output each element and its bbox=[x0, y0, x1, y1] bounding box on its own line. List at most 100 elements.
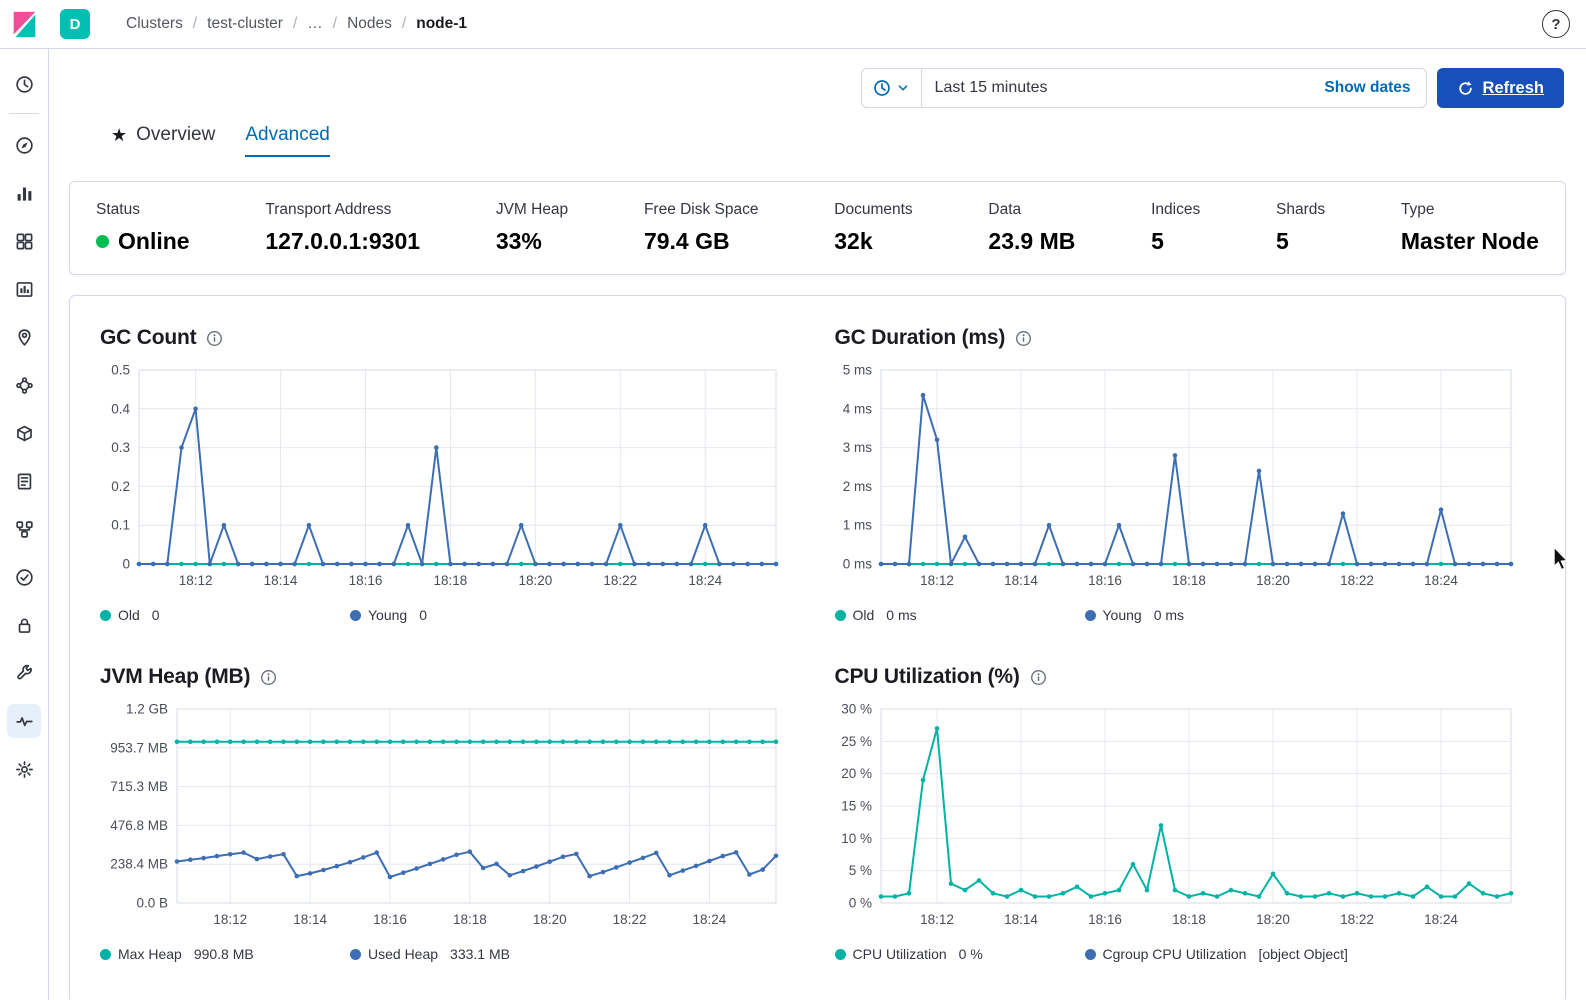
app: D Clusters/test-cluster/…/Nodes/node-1 ? bbox=[0, 0, 1586, 1000]
info-icon[interactable] bbox=[1030, 669, 1047, 686]
show-dates-button[interactable]: Show dates bbox=[1309, 79, 1425, 97]
sidebar-item-visualize[interactable] bbox=[7, 176, 41, 210]
legend-dot-icon bbox=[1085, 610, 1096, 621]
stat-data: Data23.9 MB bbox=[988, 201, 1075, 255]
stat-label: Documents bbox=[834, 201, 912, 219]
breadcrumb-node-1: node-1 bbox=[416, 15, 467, 33]
sidebar-item-uptime[interactable] bbox=[7, 560, 41, 594]
chevron-down-icon bbox=[896, 81, 910, 95]
sidebar-item-logs[interactable] bbox=[7, 464, 41, 498]
svg-text:0.3: 0.3 bbox=[111, 440, 130, 455]
stack-management-icon bbox=[15, 760, 34, 779]
breadcrumb-separator: / bbox=[333, 15, 337, 33]
chart-plot[interactable]: 00.10.20.30.40.518:1218:1418:1618:1818:2… bbox=[100, 362, 786, 596]
info-icon[interactable] bbox=[1015, 330, 1032, 347]
legend-used-heap[interactable]: Used Heap333.1 MB bbox=[350, 946, 510, 962]
tab-overview[interactable]: ★Overview bbox=[111, 124, 215, 157]
legend-dot-icon bbox=[350, 610, 361, 621]
sidebar-item-stack-monitoring[interactable] bbox=[7, 704, 41, 738]
chart-gc-count: GC Count00.10.20.30.40.518:1218:1418:161… bbox=[100, 326, 801, 623]
sidebar-item-recently-viewed[interactable] bbox=[7, 67, 41, 101]
sidebar bbox=[0, 49, 49, 1000]
svg-text:5 %: 5 % bbox=[848, 863, 871, 878]
breadcrumb-separator: / bbox=[293, 15, 297, 33]
chart-title: JVM Heap (MB) bbox=[100, 665, 250, 689]
stat-label: Transport Address bbox=[265, 201, 420, 219]
kibana-logo[interactable] bbox=[11, 11, 38, 38]
svg-text:18:24: 18:24 bbox=[693, 912, 727, 927]
svg-text:18:14: 18:14 bbox=[1004, 573, 1038, 588]
svg-text:18:24: 18:24 bbox=[688, 573, 722, 588]
quick-select-button[interactable] bbox=[862, 69, 922, 107]
sidebar-item-discover[interactable] bbox=[7, 128, 41, 162]
svg-text:25 %: 25 % bbox=[841, 734, 872, 749]
uptime-icon bbox=[15, 568, 34, 587]
stat-label: Type bbox=[1401, 201, 1539, 219]
svg-text:0 ms: 0 ms bbox=[842, 557, 872, 572]
charts-grid: GC Count00.10.20.30.40.518:1218:1418:161… bbox=[69, 295, 1566, 1000]
svg-text:0.4: 0.4 bbox=[111, 401, 130, 416]
stat-value: 5 bbox=[1276, 228, 1325, 255]
legend-cpu-utilization[interactable]: CPU Utilization0 % bbox=[835, 946, 1085, 962]
svg-text:18:16: 18:16 bbox=[349, 573, 383, 588]
breadcrumb-nodes[interactable]: Nodes bbox=[347, 15, 392, 33]
chart-plot[interactable]: 0.0 B238.4 MB476.8 MB715.3 MB953.7 MB1.2… bbox=[100, 701, 786, 935]
svg-text:18:12: 18:12 bbox=[179, 573, 213, 588]
refresh-button[interactable]: Refresh bbox=[1437, 68, 1564, 108]
legend-dot-icon bbox=[100, 949, 111, 960]
body-row: Last 15 minutes Show dates Refresh ★Over… bbox=[0, 49, 1586, 1000]
time-range-display[interactable]: Last 15 minutes bbox=[922, 79, 1310, 97]
breadcrumb-separator: / bbox=[193, 15, 197, 33]
stack-monitoring-icon bbox=[15, 712, 34, 731]
help-glyph: ? bbox=[1551, 16, 1560, 33]
sidebar-item-dashboard[interactable] bbox=[7, 224, 41, 258]
legend-cgroup-cpu-utilization[interactable]: Cgroup CPU Utilization[object Object] bbox=[1085, 946, 1348, 962]
legend-dot-icon bbox=[835, 949, 846, 960]
breadcrumb-collapsed[interactable]: … bbox=[307, 15, 323, 33]
stat-value: Master Node bbox=[1401, 228, 1539, 255]
info-icon[interactable] bbox=[206, 330, 223, 347]
tab-advanced[interactable]: Advanced bbox=[245, 124, 330, 157]
stat-value: 5 bbox=[1151, 228, 1200, 255]
stat-label: Free Disk Space bbox=[644, 201, 759, 219]
chart-plot[interactable]: 0 ms1 ms2 ms3 ms4 ms5 ms18:1218:1418:161… bbox=[835, 362, 1521, 596]
svg-text:2 ms: 2 ms bbox=[842, 479, 872, 494]
top-bar: D Clusters/test-cluster/…/Nodes/node-1 ? bbox=[0, 0, 1586, 49]
svg-text:18:12: 18:12 bbox=[213, 912, 247, 927]
legend-old[interactable]: Old0 bbox=[100, 607, 350, 623]
stat-documents: Documents32k bbox=[834, 201, 912, 255]
svg-text:18:20: 18:20 bbox=[1256, 912, 1290, 927]
sidebar-item-package[interactable] bbox=[7, 416, 41, 450]
stat-shards: Shards5 bbox=[1276, 201, 1325, 255]
chart-plot[interactable]: 0 %5 %10 %15 %20 %25 %30 %18:1218:1418:1… bbox=[835, 701, 1521, 935]
breadcrumb-clusters[interactable]: Clusters bbox=[126, 15, 183, 33]
sidebar-item-graph[interactable] bbox=[7, 512, 41, 546]
svg-text:18:22: 18:22 bbox=[613, 912, 647, 927]
legend-old[interactable]: Old0 ms bbox=[835, 607, 1085, 623]
sidebar-item-dev-tools[interactable] bbox=[7, 656, 41, 690]
stat-value: Online bbox=[96, 228, 190, 255]
svg-text:5 ms: 5 ms bbox=[842, 363, 872, 378]
sidebar-item-machine-learning[interactable] bbox=[7, 368, 41, 402]
svg-text:18:20: 18:20 bbox=[533, 912, 567, 927]
maps-icon bbox=[15, 328, 34, 347]
legend-young[interactable]: Young0 bbox=[350, 607, 427, 623]
sidebar-item-stack-management[interactable] bbox=[7, 752, 41, 786]
star-icon: ★ bbox=[111, 126, 127, 144]
legend-max-heap[interactable]: Max Heap990.8 MB bbox=[100, 946, 350, 962]
info-icon[interactable] bbox=[260, 669, 277, 686]
sidebar-item-maps[interactable] bbox=[7, 320, 41, 354]
visualize-icon bbox=[15, 184, 34, 203]
sidebar-item-security[interactable] bbox=[7, 608, 41, 642]
breadcrumb-test-cluster[interactable]: test-cluster bbox=[207, 15, 283, 33]
graph-icon bbox=[15, 520, 34, 539]
legend-dot-icon bbox=[350, 949, 361, 960]
sidebar-item-canvas[interactable] bbox=[7, 272, 41, 306]
help-icon[interactable]: ? bbox=[1542, 10, 1570, 38]
legend-young[interactable]: Young0 ms bbox=[1085, 607, 1185, 623]
chart-legend: CPU Utilization0 %Cgroup CPU Utilization… bbox=[835, 946, 1536, 962]
kibana-logo-icon bbox=[11, 11, 38, 38]
space-avatar[interactable]: D bbox=[60, 9, 90, 39]
tab-label: Advanced bbox=[245, 124, 330, 146]
refresh-button-label: Refresh bbox=[1483, 79, 1544, 98]
